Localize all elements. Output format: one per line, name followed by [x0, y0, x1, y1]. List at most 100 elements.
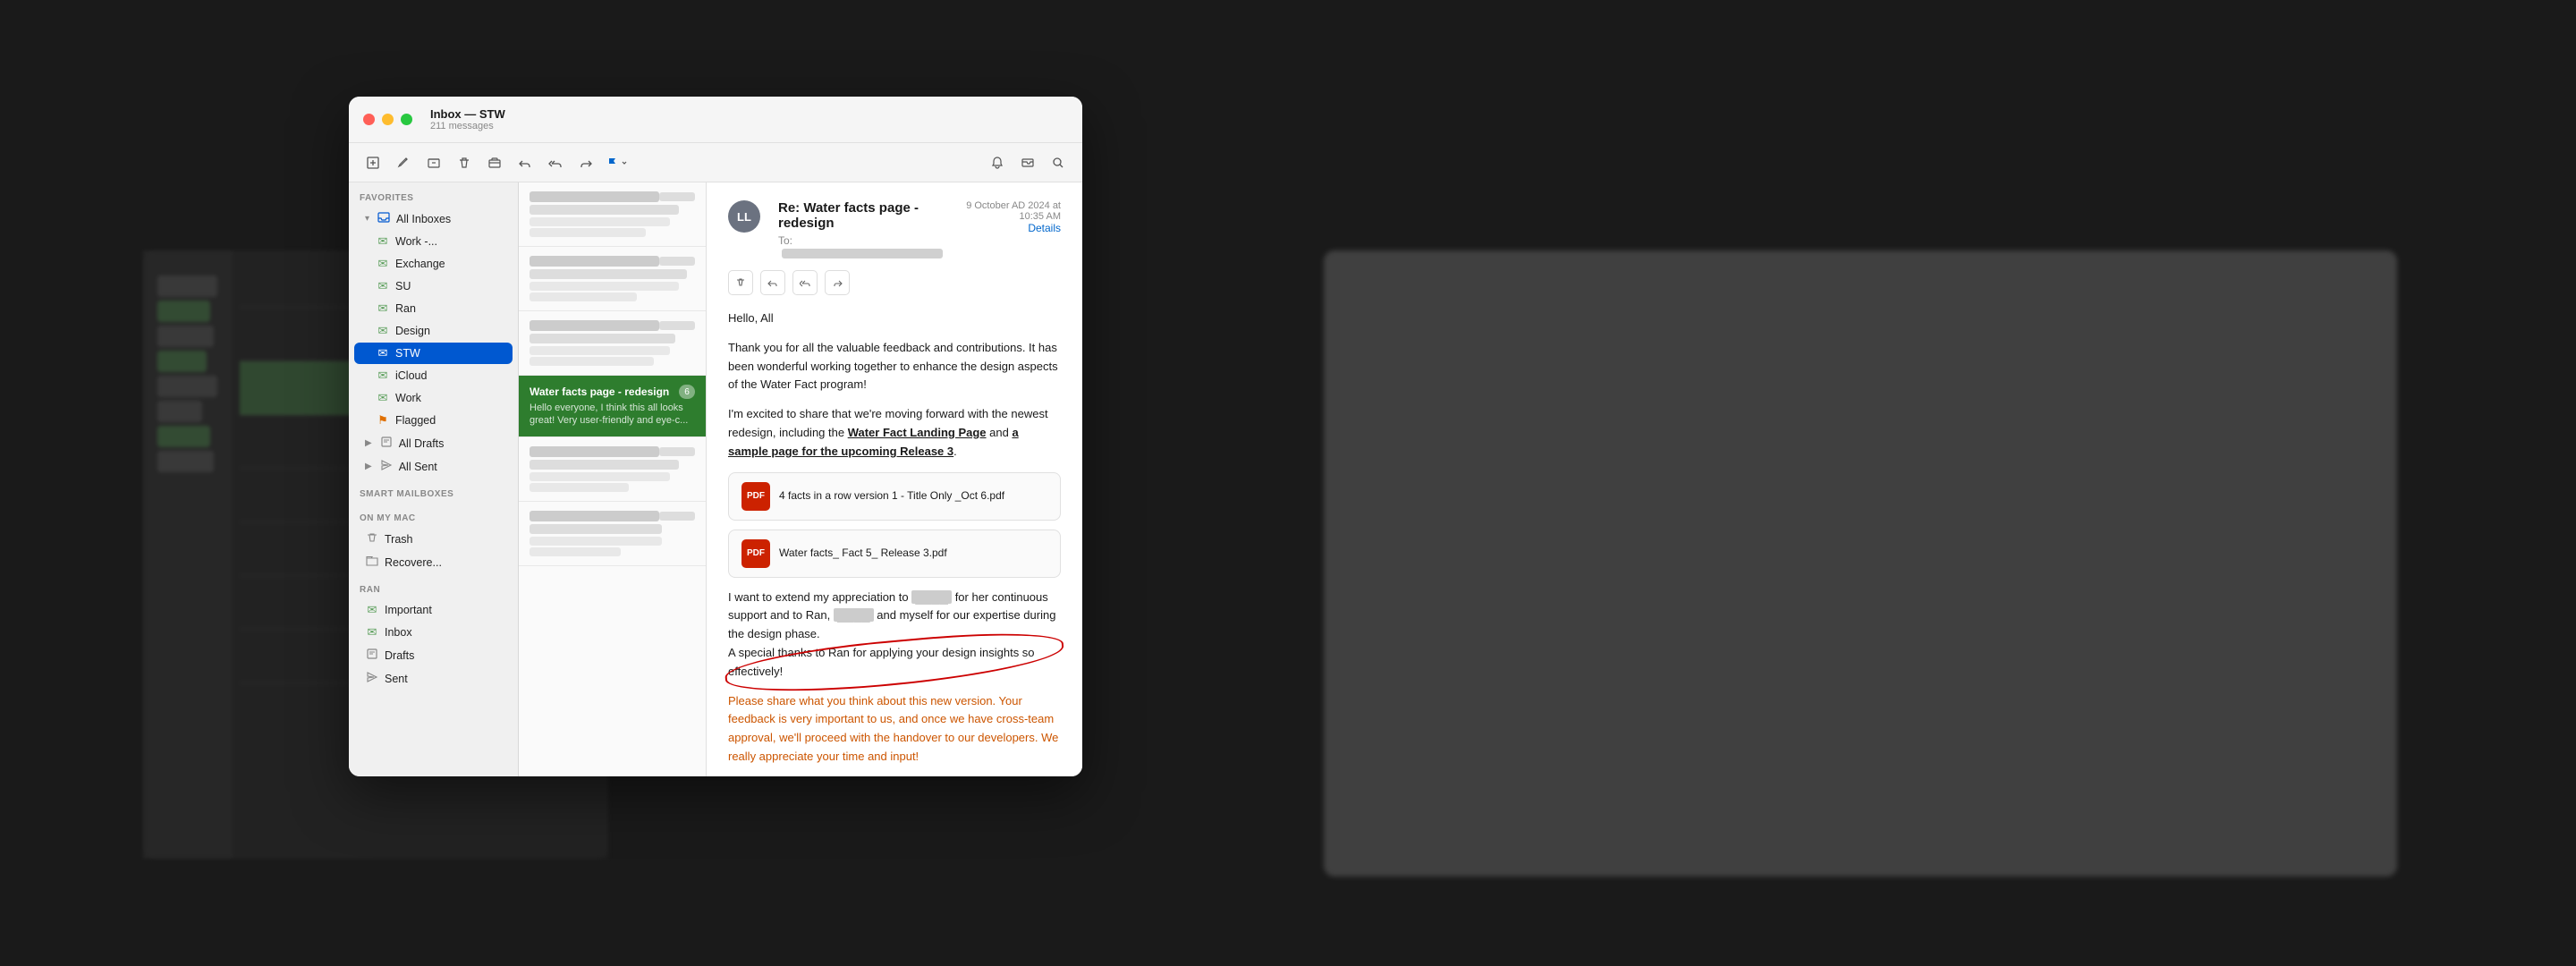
- email-header: Water facts page - redesign 6: [530, 385, 695, 399]
- email-date: [659, 447, 695, 456]
- sidebar-item-ran[interactable]: ✉ Ran: [354, 298, 513, 319]
- circled-thanks: A special thanks to Ran for applying you…: [728, 644, 1061, 682]
- sidebar-item-label: Recovere...: [385, 556, 442, 569]
- toolbar: [349, 143, 1082, 182]
- doc-icon: [365, 648, 379, 663]
- email-subject: [530, 460, 679, 470]
- sidebar-item-label: STW: [395, 347, 420, 360]
- sidebar-item-sent-ran[interactable]: Sent: [354, 667, 513, 690]
- forward-button[interactable]: [572, 150, 599, 175]
- delete-action-button[interactable]: [728, 270, 753, 295]
- flag-icon: ⚑: [376, 413, 390, 428]
- reply-action-button[interactable]: [760, 270, 785, 295]
- email-subject: Re: Water facts page - redesign: [778, 200, 943, 231]
- sidebar-item-su[interactable]: ✉ SU: [354, 275, 513, 297]
- background-window-right: [1324, 250, 2397, 877]
- attachment-1[interactable]: PDF 4 facts in a row version 1 - Title O…: [728, 472, 1061, 521]
- chevron-icon: ▾: [365, 214, 369, 224]
- sidebar-item-label: Important: [385, 604, 432, 616]
- email-item[interactable]: [519, 182, 706, 247]
- message-count: 211 messages: [430, 121, 505, 131]
- email-header: [530, 256, 695, 267]
- email-sender: [530, 446, 659, 457]
- content-area: Favorites ▾ All Inboxes ✉ Work -...: [349, 182, 1082, 776]
- para4: Please share what you think about this n…: [728, 692, 1061, 767]
- window-title: Inbox — STW: [430, 107, 505, 121]
- notification-button[interactable]: [984, 150, 1011, 175]
- email-item-active[interactable]: Water facts page - redesign 6 Hello ever…: [519, 376, 706, 437]
- draft-icon: [379, 436, 394, 451]
- email-detail-header: LL Re: Water facts page - redesign To: 9…: [728, 200, 1061, 259]
- inbox-icon: [377, 211, 391, 226]
- sidebar-item-trash[interactable]: Trash: [354, 528, 513, 550]
- sidebar-item-stw[interactable]: ✉ STW: [354, 343, 513, 364]
- close-button[interactable]: [363, 114, 375, 125]
- new-message-button[interactable]: [360, 150, 386, 175]
- reply-all-button[interactable]: [542, 150, 569, 175]
- junk-button[interactable]: [481, 150, 508, 175]
- compose-button[interactable]: [390, 150, 417, 175]
- email-body: Hello, All Thank you for all the valuabl…: [728, 309, 1061, 776]
- trash-icon: [365, 531, 379, 547]
- sidebar-item-label: Trash: [385, 533, 413, 546]
- minimize-button[interactable]: [382, 114, 394, 125]
- email-item[interactable]: [519, 247, 706, 311]
- search-button[interactable]: [1045, 150, 1072, 175]
- sidebar-item-inbox-ran[interactable]: ✉ Inbox: [354, 622, 513, 643]
- sender-info: Re: Water facts page - redesign To:: [778, 200, 943, 259]
- attachment-2[interactable]: PDF Water facts_ Fact 5_ Release 3.pdf: [728, 530, 1061, 578]
- email-item[interactable]: [519, 502, 706, 566]
- email-header: [530, 511, 695, 521]
- flag-button[interactable]: [603, 150, 631, 175]
- forward-action-button[interactable]: [825, 270, 850, 295]
- archive-button[interactable]: [420, 150, 447, 175]
- email-item[interactable]: [519, 311, 706, 376]
- fullscreen-button[interactable]: [401, 114, 412, 125]
- sidebar-item-exchange[interactable]: ✉ Exchange: [354, 253, 513, 275]
- water-fact-link: Water Fact Landing Page: [848, 426, 987, 439]
- pdf-icon: PDF: [741, 539, 770, 568]
- mail-window: Inbox — STW 211 messages: [349, 97, 1082, 776]
- sidebar-item-label: Ran: [395, 302, 416, 315]
- on-my-mac-label: On My Mac: [349, 503, 518, 527]
- sidebar-item-important[interactable]: ✉ Important: [354, 599, 513, 621]
- reply-button[interactable]: [512, 150, 538, 175]
- sidebar-item-drafts-ran[interactable]: Drafts: [354, 644, 513, 666]
- sidebar-item-work2[interactable]: ✉ Work: [354, 387, 513, 409]
- sidebar-item-icloud[interactable]: ✉ iCloud: [354, 365, 513, 386]
- sidebar-item-label: Work -...: [395, 235, 437, 248]
- move-button[interactable]: [1014, 150, 1041, 175]
- sidebar-item-all-drafts[interactable]: ▶ All Drafts: [354, 432, 513, 454]
- email-date: [659, 257, 695, 266]
- sidebar-item-design[interactable]: ✉ Design: [354, 320, 513, 342]
- sidebar-item-label: All Drafts: [399, 437, 445, 450]
- favorites-label: Favorites: [349, 182, 518, 207]
- chevron-icon: ▶: [365, 438, 372, 448]
- envelope-icon: ✉: [376, 234, 390, 249]
- smart-mailboxes-label: Smart Mailboxes: [349, 479, 518, 503]
- sidebar-item-work[interactable]: ✉ Work -...: [354, 231, 513, 252]
- para3: I want to extend my appreciation to ████…: [728, 589, 1061, 682]
- sidebar-item-all-sent[interactable]: ▶ All Sent: [354, 455, 513, 478]
- email-subject: [530, 524, 662, 534]
- sent-icon: [379, 459, 394, 474]
- trash-button[interactable]: [451, 150, 478, 175]
- envelope-icon: ✉: [365, 625, 379, 640]
- email-sender: [530, 511, 659, 521]
- envelope-icon: ✉: [365, 603, 379, 617]
- traffic-lights: [363, 114, 412, 125]
- email-timestamp-area: 9 October AD 2024 at 10:35 AM Details: [943, 200, 1061, 234]
- avatar: LL: [728, 200, 760, 233]
- reply-all-action-button[interactable]: [792, 270, 818, 295]
- sidebar-item-label: Drafts: [385, 649, 414, 662]
- sidebar-item-flagged[interactable]: ⚑ Flagged: [354, 410, 513, 431]
- sidebar-item-label: Work: [395, 392, 421, 404]
- sidebar-item-label: Exchange: [395, 258, 445, 270]
- email-item[interactable]: [519, 437, 706, 502]
- email-sender: [530, 256, 659, 267]
- sent-icon: [365, 671, 379, 686]
- email-timestamp: 9 October AD 2024 at 10:35 AM: [943, 200, 1061, 222]
- details-link[interactable]: Details: [943, 222, 1061, 234]
- sidebar-item-all-inboxes[interactable]: ▾ All Inboxes: [354, 208, 513, 230]
- sidebar-item-recovered[interactable]: Recovere...: [354, 551, 513, 573]
